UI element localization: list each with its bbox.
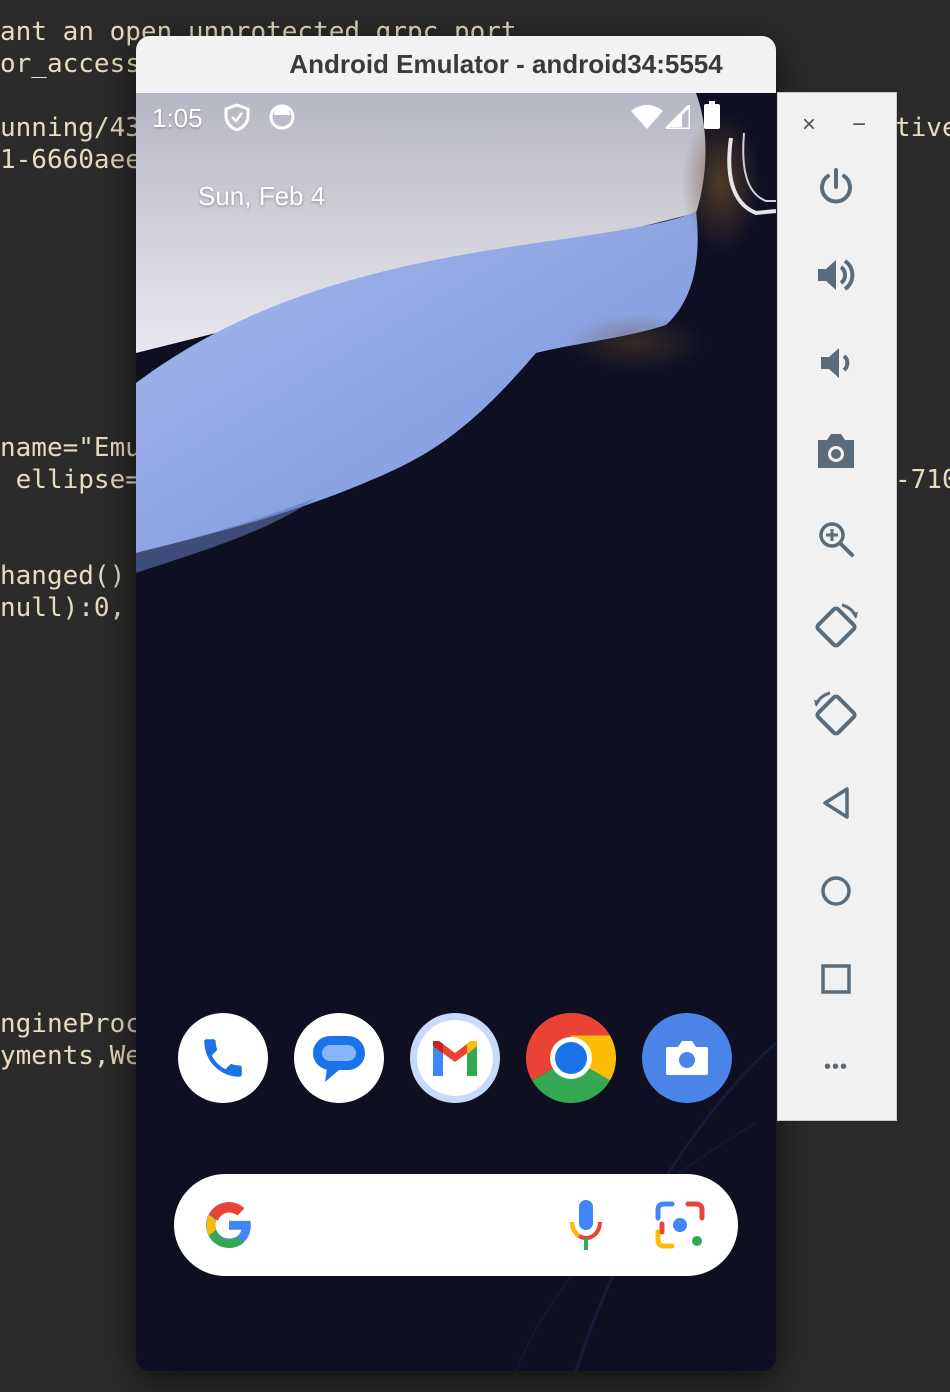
code-line: -710 bbox=[895, 465, 950, 495]
code-line: unning/43 bbox=[0, 113, 141, 143]
back-button[interactable] bbox=[808, 775, 864, 831]
status-time: 1:05 bbox=[152, 103, 203, 133]
google-search-bar[interactable] bbox=[174, 1174, 738, 1276]
close-button[interactable]: × bbox=[802, 111, 816, 139]
more-options-button[interactable]: ••• bbox=[808, 1039, 864, 1095]
overview-button[interactable] bbox=[808, 951, 864, 1007]
code-line: ellipse= bbox=[0, 465, 141, 495]
app-dock bbox=[178, 1013, 738, 1105]
power-icon bbox=[820, 168, 852, 204]
volume-up-button[interactable] bbox=[808, 247, 864, 303]
zoom-button[interactable] bbox=[808, 511, 864, 567]
back-triangle-icon bbox=[823, 787, 849, 819]
gmail-app-icon[interactable] bbox=[410, 1013, 500, 1103]
date-widget[interactable]: Sun, Feb 4 bbox=[198, 181, 325, 212]
home-button[interactable] bbox=[808, 863, 864, 919]
wifi-icon bbox=[631, 105, 663, 136]
rotate-right-icon bbox=[814, 691, 857, 736]
chrome-app-icon[interactable] bbox=[526, 1013, 616, 1103]
code-line: ngineProc bbox=[0, 1009, 141, 1039]
data-saver-icon bbox=[268, 103, 296, 138]
messages-app-icon[interactable] bbox=[294, 1013, 384, 1103]
cell-signal-icon bbox=[662, 101, 692, 136]
emulator-window: Android Emulator - android34:5554 1:05 S… bbox=[136, 36, 776, 1371]
emulator-toolbar: × − ••• bbox=[777, 92, 897, 1121]
rotate-right-button[interactable] bbox=[808, 687, 864, 743]
code-line: null):0, bbox=[0, 593, 126, 623]
screenshot-button[interactable] bbox=[808, 423, 864, 479]
overview-square-icon bbox=[821, 964, 851, 994]
phone-app-icon[interactable] bbox=[178, 1013, 268, 1103]
volume-down-icon bbox=[821, 348, 850, 378]
home-circle-icon bbox=[821, 876, 851, 906]
window-titlebar[interactable]: Android Emulator - android34:5554 bbox=[136, 36, 776, 94]
code-line: or_access bbox=[0, 49, 141, 79]
rotate-left-button[interactable] bbox=[808, 599, 864, 655]
code-line: hanged() bbox=[0, 561, 126, 591]
minimize-button[interactable]: − bbox=[852, 111, 866, 139]
camera-icon bbox=[818, 434, 854, 468]
device-screen[interactable]: 1:05 Sun, Feb 4 bbox=[136, 93, 776, 1371]
camera-app-icon[interactable] bbox=[642, 1013, 732, 1103]
volume-down-button[interactable] bbox=[808, 335, 864, 391]
zoom-in-icon bbox=[819, 522, 854, 557]
power-button[interactable] bbox=[808, 159, 864, 215]
vpn-shield-icon bbox=[224, 103, 250, 138]
google-lens-icon[interactable] bbox=[654, 1200, 706, 1255]
code-line: yments,We bbox=[0, 1041, 141, 1071]
code-line: tive bbox=[895, 113, 950, 143]
status-bar: 1:05 bbox=[136, 93, 776, 143]
code-line: 1-6660aee bbox=[0, 145, 141, 175]
battery-icon bbox=[704, 101, 720, 136]
code-line: name="Emu bbox=[0, 433, 141, 463]
window-title: Android Emulator - android34:5554 bbox=[289, 49, 723, 79]
rotate-left-icon bbox=[815, 603, 858, 648]
google-logo-icon bbox=[204, 1200, 254, 1255]
voice-search-mic-icon[interactable] bbox=[566, 1196, 606, 1259]
volume-up-icon bbox=[818, 259, 855, 291]
